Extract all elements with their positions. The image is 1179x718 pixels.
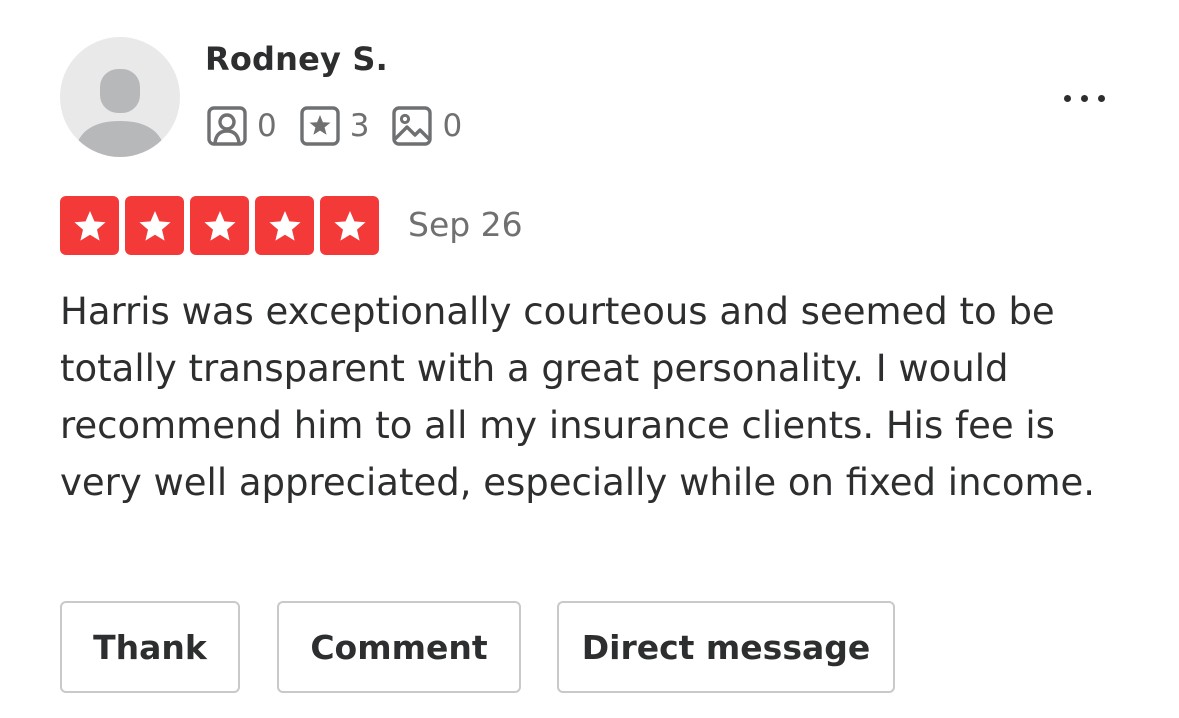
- more-options-button[interactable]: [1046, 78, 1122, 118]
- user-stats: 0 3 0: [206, 106, 484, 146]
- more-dot: [1097, 94, 1105, 102]
- reviews-count: 3: [349, 107, 370, 144]
- thank-button[interactable]: Thank: [60, 601, 240, 693]
- friends-count: 0: [257, 107, 277, 144]
- star-icon: [60, 196, 119, 255]
- review-actions: Thank Comment Direct message: [60, 601, 932, 693]
- review-star-icon: [300, 106, 340, 146]
- friends-stat: 0: [206, 105, 277, 147]
- star-icon: [190, 196, 249, 255]
- star-rating: [60, 196, 379, 255]
- user-name[interactable]: Rodney S.: [205, 40, 388, 78]
- review-date: Sep 26: [408, 205, 523, 244]
- star-icon: [125, 196, 184, 255]
- reviews-stat: 3: [299, 105, 370, 147]
- review-text: Harris was exceptionally courteous and s…: [60, 290, 1096, 504]
- user-avatar[interactable]: [60, 37, 180, 157]
- more-dot: [1080, 94, 1088, 102]
- comment-button[interactable]: Comment: [277, 601, 521, 693]
- more-horizontal-icon: [1063, 94, 1071, 102]
- friends-icon: [207, 106, 247, 146]
- photo-icon: [392, 106, 433, 146]
- photos-count: 0: [442, 107, 463, 144]
- user-silhouette-icon: [74, 69, 166, 157]
- star-icon: [255, 196, 314, 255]
- photos-stat: 0: [391, 105, 462, 147]
- direct-message-button[interactable]: Direct message: [557, 601, 895, 693]
- star-icon: [320, 196, 379, 255]
